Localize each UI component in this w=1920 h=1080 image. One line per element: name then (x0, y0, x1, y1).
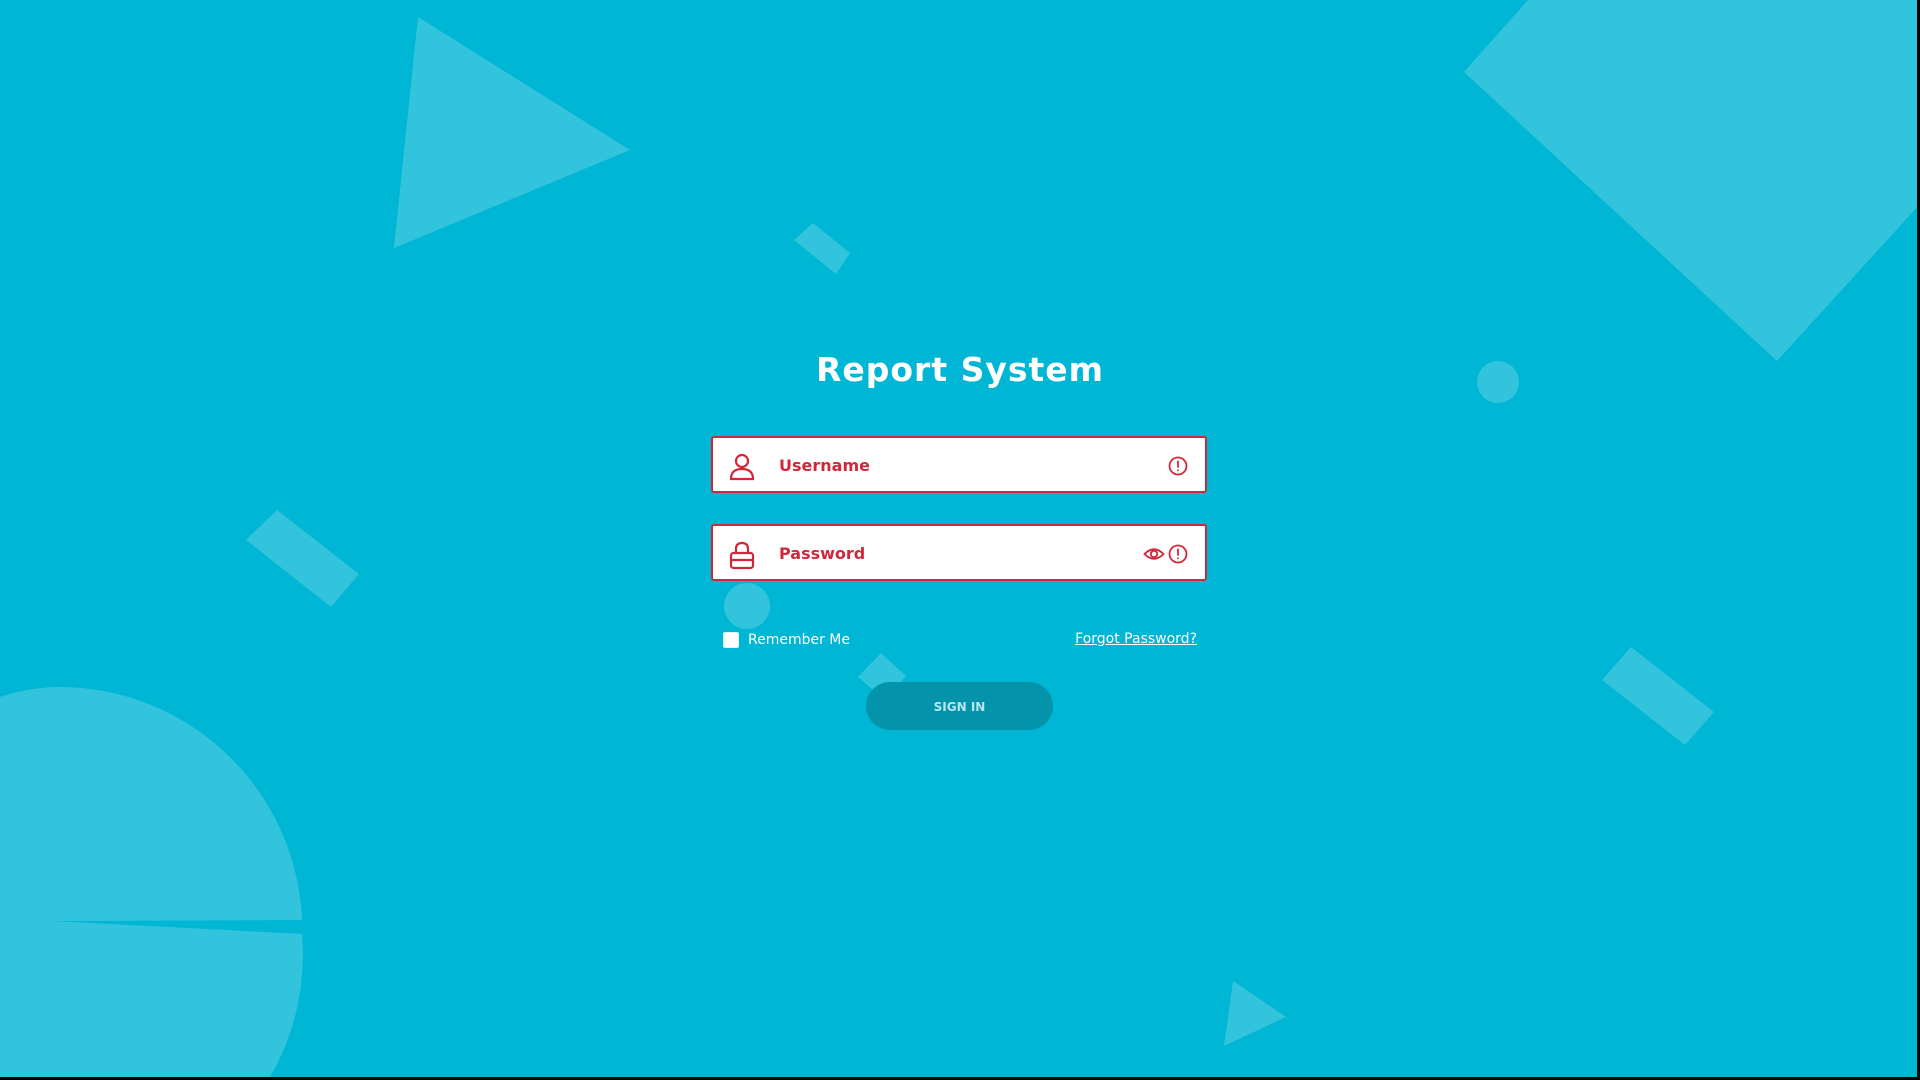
forgot-password-link[interactable]: Forgot Password? (1070, 631, 1197, 647)
password-field[interactable] (711, 524, 1207, 581)
bg-pie-shape (0, 687, 303, 1077)
bg-bar-shape (1602, 647, 1714, 745)
login-page: Report System Username Remember Me Forgo… (0, 0, 1917, 1077)
password-input[interactable] (779, 534, 1119, 572)
remember-me-label: Remember Me (748, 632, 850, 648)
eye-icon[interactable] (1143, 543, 1165, 565)
username-input[interactable] (779, 446, 1119, 484)
alert-circle-icon (1168, 544, 1188, 564)
bg-bar-shape (246, 510, 359, 607)
lock-icon (729, 541, 755, 570)
bg-small-bar-shape (794, 223, 850, 274)
user-icon (729, 453, 755, 481)
remember-me-checkbox[interactable] (723, 632, 739, 648)
alert-circle-icon (1168, 456, 1188, 476)
page-title: Report System (815, 350, 1105, 389)
bg-small-triangle-shape (1224, 981, 1286, 1046)
bg-triangle-shape (394, 17, 630, 248)
bg-dot-shape (1477, 361, 1519, 403)
sign-in-button[interactable]: SIGN IN (866, 682, 1053, 730)
bg-diamond-shape (1464, 0, 1917, 361)
remember-me-option[interactable]: Remember Me (723, 630, 850, 650)
screen: Report System Username Remember Me Forgo… (0, 0, 1920, 1080)
bg-dot-shape (724, 583, 770, 629)
username-field[interactable] (711, 436, 1207, 493)
